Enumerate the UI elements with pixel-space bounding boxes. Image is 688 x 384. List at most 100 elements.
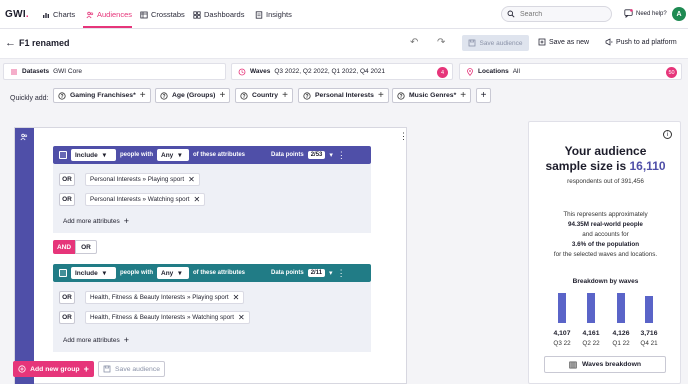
audience-heading-line2: sample size is 16,110: [529, 159, 682, 173]
group-2-header: Include ▾ people with Any ▾ of these attri…: [53, 264, 371, 282]
respondents-text: respondents out of 391,456: [567, 178, 644, 185]
bar-category-label: Q1 22: [612, 340, 630, 347]
plus-icon: +: [123, 216, 129, 226]
svg-text:?: ?: [305, 93, 308, 99]
quick-add-chip-country[interactable]: ? Country +: [235, 88, 293, 103]
info-icon[interactable]: i: [663, 130, 672, 139]
add-new-group-label: Add new group: [30, 365, 80, 373]
quick-add-chip-gaming[interactable]: ? Gaming Franchises* +: [53, 88, 151, 103]
group-2-checkbox[interactable]: [59, 269, 67, 277]
group-2-body: OR Health, Fitness & Beauty Interests » …: [53, 282, 371, 352]
attribute-chip[interactable]: Personal Interests » Watching sport ✕: [85, 193, 206, 206]
group-1-header: Include ▾ people with Any ▾ of these attri…: [53, 146, 371, 164]
crosstabs-icon: [140, 11, 148, 18]
redo-icon[interactable]: ↷: [437, 37, 445, 48]
add-more-attributes-button[interactable]: Add more attributes +: [63, 335, 129, 345]
locations-count-badge: 50: [666, 67, 677, 78]
waves-filter[interactable]: Waves Q3 2022, Q2 2022, Q1 2022, Q4 2021…: [231, 63, 453, 80]
add-more-label: Add more attributes: [63, 217, 120, 225]
waves-breakdown-button[interactable]: Waves breakdown: [544, 356, 666, 373]
quick-add-chip-music-genres[interactable]: ? Music Genres* +: [392, 88, 472, 103]
group-1-body: OR Personal Interests » Playing sport ✕ …: [53, 164, 371, 233]
chip-label: Music Genres*: [409, 92, 457, 99]
waves-value: Q3 2022, Q2 2022, Q1 2022, Q4 2021: [274, 68, 385, 75]
close-icon[interactable]: ✕: [194, 195, 201, 204]
any-dropdown[interactable]: Any ▾: [157, 267, 189, 279]
nav-crosstabs[interactable]: Crosstabs: [140, 10, 185, 19]
svg-text:?: ?: [242, 93, 245, 99]
or-operator-button[interactable]: OR: [59, 173, 75, 186]
nav-dashboards-label: Dashboards: [204, 10, 245, 19]
chevron-down-icon[interactable]: ▾: [329, 151, 333, 159]
back-arrow-icon[interactable]: ←: [5, 37, 16, 49]
add-new-group-button[interactable]: Add new group +: [13, 361, 94, 377]
bar-category-label: Q2 22: [582, 340, 600, 347]
quick-add-chip-age[interactable]: ? Age (Groups) +: [155, 88, 231, 103]
nav-insights[interactable]: Insights: [255, 10, 292, 19]
or-operator-button[interactable]: OR: [59, 291, 75, 304]
represents-text: This represents approximately: [563, 211, 648, 218]
waves-count-badge: 4: [437, 67, 448, 78]
or-operator-button[interactable]: OR: [59, 311, 75, 324]
sample-size-value: 16,110: [629, 159, 666, 173]
push-to-ad-platform-button[interactable]: Push to ad platform: [605, 38, 677, 46]
any-label: Any: [161, 269, 174, 277]
waves-label: Waves: [250, 68, 271, 75]
any-dropdown[interactable]: Any ▾: [157, 149, 189, 161]
save-audience-button[interactable]: Save audience: [462, 35, 529, 51]
help-link[interactable]: Need help?: [624, 9, 667, 18]
question-circle-icon: ?: [303, 91, 311, 99]
nav-charts-label: Charts: [53, 10, 76, 19]
close-icon[interactable]: ✕: [233, 293, 240, 302]
attribute-label: Personal Interests » Watching sport: [90, 196, 190, 203]
and-toggle-button[interactable]: AND: [53, 240, 75, 254]
people-with-label: people with: [120, 152, 153, 158]
save-audience-bottom-button[interactable]: Save audience: [98, 361, 165, 377]
attribute-chip[interactable]: Personal Interests » Playing sport ✕: [85, 173, 200, 186]
save-as-new-button[interactable]: Save as new: [538, 38, 589, 46]
undo-icon[interactable]: ↶: [410, 37, 418, 48]
group-menu-icon[interactable]: ⋮: [337, 150, 346, 161]
nav-dashboards[interactable]: Dashboards: [193, 10, 244, 19]
locations-label: Locations: [478, 68, 509, 75]
or-toggle-button[interactable]: OR: [75, 240, 97, 254]
datasets-filter[interactable]: Datasets GWI Core: [3, 63, 226, 80]
audiences-icon: [86, 11, 94, 18]
audience-size-panel: i Your audience sample size is 16,110 re…: [528, 121, 681, 384]
gwi-logo[interactable]: GWI.: [5, 9, 29, 20]
attribute-chip[interactable]: Health, Fitness & Beauty Interests » Wat…: [85, 311, 250, 324]
bar-value-label: 3,716: [640, 330, 658, 337]
chevron-down-icon: ▾: [102, 270, 107, 277]
search-box[interactable]: [501, 6, 612, 22]
locations-filter[interactable]: Locations All 50: [459, 63, 682, 80]
close-icon[interactable]: ✕: [238, 313, 245, 322]
datasets-label: Datasets: [22, 68, 50, 75]
search-input[interactable]: [520, 10, 600, 18]
group-1-checkbox[interactable]: [59, 151, 67, 159]
chevron-down-icon: ▾: [178, 270, 182, 277]
include-dropdown[interactable]: Include ▾: [71, 149, 116, 161]
group-menu-icon[interactable]: ⋮: [337, 268, 346, 279]
chart-icon: [43, 12, 49, 18]
real-world-people-value: 94.35M real-world people: [568, 221, 643, 228]
chevron-down-icon: ▾: [178, 152, 182, 159]
close-icon[interactable]: ✕: [188, 175, 195, 184]
quick-add-more-button[interactable]: +: [476, 88, 491, 103]
quick-add-chip-personal-interests[interactable]: ? Personal Interests +: [298, 88, 389, 103]
insights-icon: [255, 10, 263, 19]
or-operator-button[interactable]: OR: [59, 193, 75, 206]
nav-audiences[interactable]: Audiences: [86, 10, 132, 19]
audience-title[interactable]: F1 renamed: [19, 38, 70, 48]
plus-icon: +: [139, 90, 146, 101]
add-more-attributes-button[interactable]: Add more attributes +: [63, 216, 129, 226]
population-share-value: 3.6% of the population: [571, 241, 640, 248]
chart-bar: [587, 293, 595, 323]
avatar[interactable]: A: [672, 7, 686, 21]
data-points-value: 2/11: [307, 269, 326, 277]
chevron-down-icon[interactable]: ▾: [329, 269, 333, 277]
nav-charts[interactable]: Charts: [42, 10, 75, 19]
data-points-value: 2/53: [307, 151, 326, 159]
attribute-chip[interactable]: Health, Fitness & Beauty Interests » Pla…: [85, 291, 245, 304]
include-dropdown[interactable]: Include ▾: [71, 267, 116, 279]
canvas-menu-icon[interactable]: ⋮: [399, 131, 408, 142]
